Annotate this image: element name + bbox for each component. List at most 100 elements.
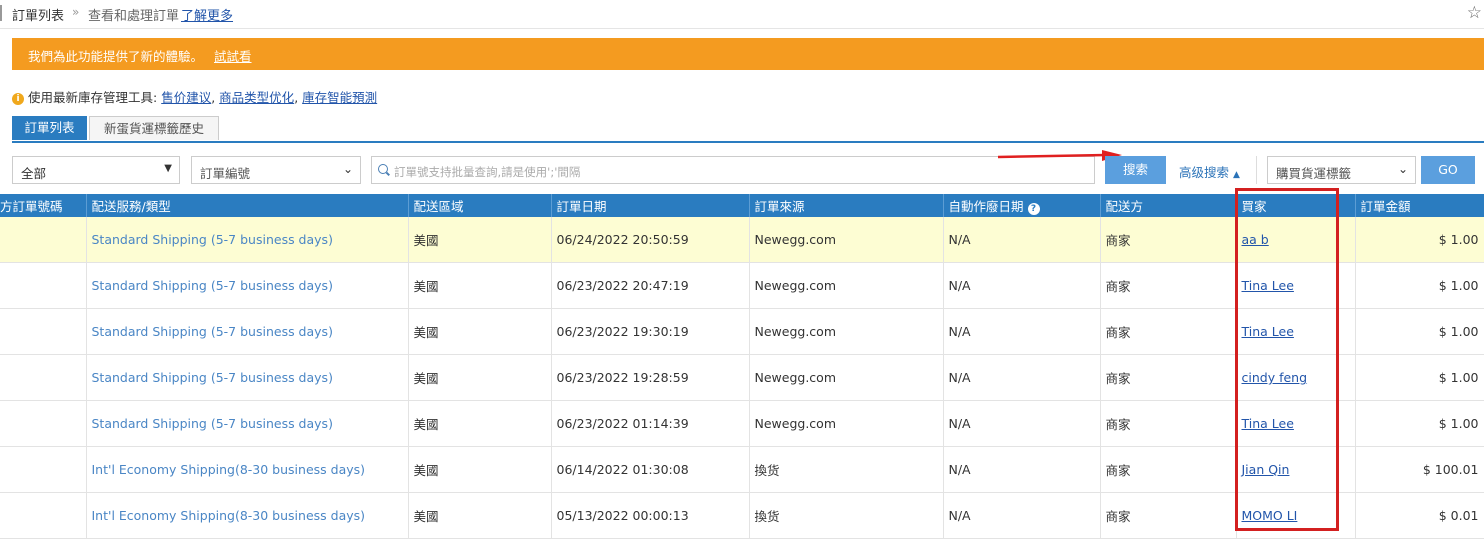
cell-date: 06/24/2022 20:50:59 bbox=[551, 217, 750, 263]
col-header-amount[interactable]: 訂單金額 bbox=[1355, 194, 1484, 217]
cell-shipper: 商家 bbox=[1100, 354, 1237, 401]
category-optimize-link[interactable]: 商品类型优化 bbox=[219, 90, 294, 105]
buyer-link[interactable]: aa b bbox=[1242, 232, 1269, 247]
breadcrumb: 訂單列表 » 查看和處理訂單 了解更多 ☆ bbox=[0, 0, 1484, 29]
cell-shipper: 商家 bbox=[1100, 492, 1237, 539]
cell-service: Int'l Economy Shipping(8-30 business day… bbox=[86, 446, 409, 493]
search-button[interactable]: 搜索 bbox=[1105, 156, 1166, 184]
chevron-down-icon: ⌄ bbox=[342, 162, 353, 176]
cell-source: Newegg.com bbox=[749, 217, 944, 263]
inventory-forecast-link[interactable]: 庫存智能預測 bbox=[302, 90, 377, 105]
go-button[interactable]: GO bbox=[1421, 156, 1475, 184]
cell-service: Standard Shipping (5-7 business days) bbox=[86, 308, 409, 355]
table-row[interactable]: Int'l Economy Shipping(8-30 business day… bbox=[0, 446, 1484, 493]
buyer-link[interactable]: Tina Lee bbox=[1242, 416, 1294, 431]
cell-void-date: N/A bbox=[943, 400, 1101, 447]
cell-order-no bbox=[0, 492, 87, 539]
cell-service: Standard Shipping (5-7 business days) bbox=[86, 262, 409, 309]
cell-buyer: Tina Lee bbox=[1236, 262, 1356, 309]
buyer-link[interactable]: Jian Qin bbox=[1242, 462, 1290, 477]
cell-amount: $ 1.00 bbox=[1355, 217, 1484, 263]
cell-order-no bbox=[0, 262, 87, 309]
cell-service: Int'l Economy Shipping(8-30 business day… bbox=[86, 492, 409, 539]
cell-service: Standard Shipping (5-7 business days) bbox=[86, 354, 409, 401]
col-header-service[interactable]: 配送服務/類型 bbox=[86, 194, 409, 217]
table-row[interactable]: Standard Shipping (5-7 business days) 美國… bbox=[0, 262, 1484, 309]
star-icon[interactable]: ☆ bbox=[1467, 3, 1482, 23]
cell-buyer: Tina Lee bbox=[1236, 400, 1356, 447]
cell-void-date: N/A bbox=[943, 354, 1101, 401]
cell-amount: $ 1.00 bbox=[1355, 400, 1484, 447]
cell-shipper: 商家 bbox=[1100, 446, 1237, 493]
cell-order-no bbox=[0, 400, 87, 447]
cell-service: Standard Shipping (5-7 business days) bbox=[86, 400, 409, 447]
cell-void-date: N/A bbox=[943, 492, 1101, 539]
table-row[interactable]: Int'l Economy Shipping(8-30 business day… bbox=[0, 492, 1484, 539]
help-icon[interactable]: ? bbox=[1027, 203, 1040, 215]
learn-more-link[interactable]: 了解更多 bbox=[181, 5, 233, 24]
chevron-down-icon: ⌄ bbox=[1397, 162, 1408, 176]
buyer-link[interactable]: MOMO LI bbox=[1242, 508, 1298, 523]
cell-amount: $ 1.00 bbox=[1355, 262, 1484, 309]
cell-region: 美國 bbox=[408, 217, 552, 263]
shipping-label-select[interactable]: 購買貨運標籤 ⌄ bbox=[1267, 156, 1416, 184]
buyer-link[interactable]: cindy feng bbox=[1242, 370, 1308, 385]
cell-source: 換货 bbox=[749, 446, 944, 493]
cell-region: 美國 bbox=[408, 492, 552, 539]
tab-order-list[interactable]: 訂單列表 bbox=[12, 116, 87, 140]
cell-buyer: Tina Lee bbox=[1236, 308, 1356, 355]
cell-void-date: N/A bbox=[943, 446, 1101, 493]
buyer-link[interactable]: Tina Lee bbox=[1242, 278, 1294, 293]
cell-order-no bbox=[0, 446, 87, 493]
search-placeholder: 訂單號支持批量查詢,請是使用';'間隔 bbox=[394, 165, 581, 179]
cell-date: 06/14/2022 01:30:08 bbox=[551, 446, 750, 493]
cell-shipper: 商家 bbox=[1100, 217, 1237, 263]
caret-up-icon: ▲ bbox=[1233, 170, 1240, 180]
search-field-select[interactable]: 訂單編號 ⌄ bbox=[191, 156, 361, 184]
tools-prefix: 使用最新庫存管理工具: bbox=[28, 90, 158, 105]
cell-shipper: 商家 bbox=[1100, 400, 1237, 447]
cell-region: 美國 bbox=[408, 446, 552, 493]
tab-shipping-label-history[interactable]: 新蛋貨運標籤歷史 bbox=[89, 116, 219, 140]
col-header-void-date[interactable]: 自動作廢日期 ? bbox=[943, 194, 1101, 217]
page-subtitle: 查看和處理訂單 bbox=[88, 9, 180, 24]
table-row[interactable]: Standard Shipping (5-7 business days) 美國… bbox=[0, 217, 1484, 263]
cell-void-date: N/A bbox=[943, 308, 1101, 355]
advanced-search-toggle[interactable]: 高级搜索 ▲ bbox=[1179, 162, 1240, 181]
table-row[interactable]: Standard Shipping (5-7 business days) 美國… bbox=[0, 354, 1484, 401]
cell-buyer: cindy feng bbox=[1236, 354, 1356, 401]
cell-shipper: 商家 bbox=[1100, 308, 1237, 355]
order-search-input[interactable]: 訂單號支持批量查詢,請是使用';'間隔 bbox=[371, 156, 1095, 184]
table-row[interactable]: Standard Shipping (5-7 business days) 美國… bbox=[0, 400, 1484, 447]
col-header-date[interactable]: 訂單日期 bbox=[551, 194, 750, 217]
cell-void-date: N/A bbox=[943, 217, 1101, 263]
col-header-order-no[interactable]: 方訂單號碼 bbox=[0, 194, 87, 217]
new-experience-banner: 我們為此功能提供了新的體驗。 試試看 bbox=[12, 38, 1484, 70]
col-header-region[interactable]: 配送區域 bbox=[408, 194, 552, 217]
cell-date: 06/23/2022 19:30:19 bbox=[551, 308, 750, 355]
price-suggestion-link[interactable]: 售价建议 bbox=[161, 90, 211, 105]
col-header-shipper[interactable]: 配送方 bbox=[1100, 194, 1237, 217]
col-header-buyer[interactable]: 買家 bbox=[1236, 194, 1356, 217]
try-it-link[interactable]: 試試看 bbox=[214, 46, 252, 65]
search-field-value: 訂單編號 bbox=[200, 166, 251, 181]
cell-region: 美國 bbox=[408, 308, 552, 355]
cell-buyer: aa b bbox=[1236, 217, 1356, 263]
cell-date: 06/23/2022 20:47:19 bbox=[551, 262, 750, 309]
status-select[interactable]: 全部 ▼ bbox=[12, 156, 180, 184]
col-header-source[interactable]: 訂單來源 bbox=[749, 194, 944, 217]
tab-bar: 訂單列表 新蛋貨運標籤歷史 bbox=[12, 116, 1484, 143]
cell-date: 06/23/2022 19:28:59 bbox=[551, 354, 750, 401]
cell-order-no bbox=[0, 308, 87, 355]
cell-amount: $ 1.00 bbox=[1355, 308, 1484, 355]
cell-source: Newegg.com bbox=[749, 308, 944, 355]
table-header-row: 方訂單號碼 配送服務/類型 配送區域 訂單日期 訂單來源 自動作廢日期 ? 配送… bbox=[0, 194, 1484, 217]
divider bbox=[1256, 156, 1257, 184]
info-icon: i bbox=[12, 93, 24, 105]
search-icon bbox=[378, 164, 388, 174]
buyer-link[interactable]: Tina Lee bbox=[1242, 324, 1294, 339]
table-row[interactable]: Standard Shipping (5-7 business days) 美國… bbox=[0, 308, 1484, 355]
cell-order-no bbox=[0, 354, 87, 401]
cell-region: 美國 bbox=[408, 400, 552, 447]
cell-amount: $ 1.00 bbox=[1355, 354, 1484, 401]
